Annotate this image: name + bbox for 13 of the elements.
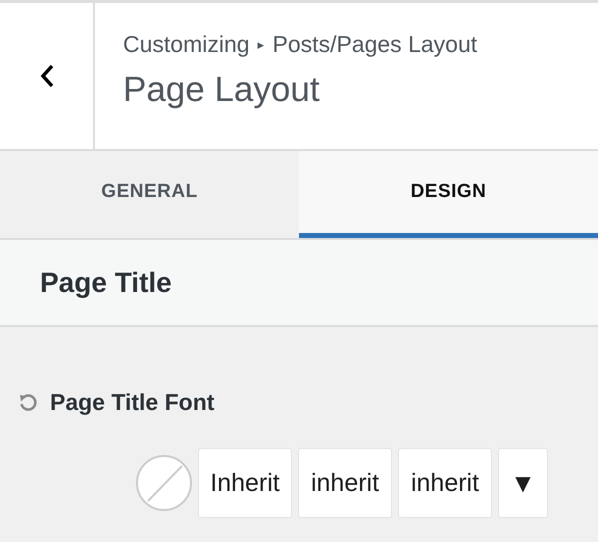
font-field[interactable]: Inherit	[198, 448, 292, 518]
panel-title: Page Layout	[123, 70, 321, 110]
section-title: Page Title	[40, 266, 172, 298]
font-field[interactable]: inherit	[398, 448, 492, 518]
back-icon	[38, 63, 54, 89]
breadcrumb-text: Posts/Pages Layout	[272, 31, 478, 58]
breadcrumb-separator: ▸	[258, 37, 265, 52]
breadcrumb-link[interactable]: Customizing	[123, 31, 250, 58]
control-label: Page Title Font	[50, 389, 214, 416]
font-field[interactable]: inherit	[298, 448, 392, 518]
reset-icon[interactable]	[18, 392, 38, 412]
dropdown-button[interactable]: ▼	[498, 448, 548, 518]
tab[interactable]: DESIGN	[299, 151, 598, 238]
